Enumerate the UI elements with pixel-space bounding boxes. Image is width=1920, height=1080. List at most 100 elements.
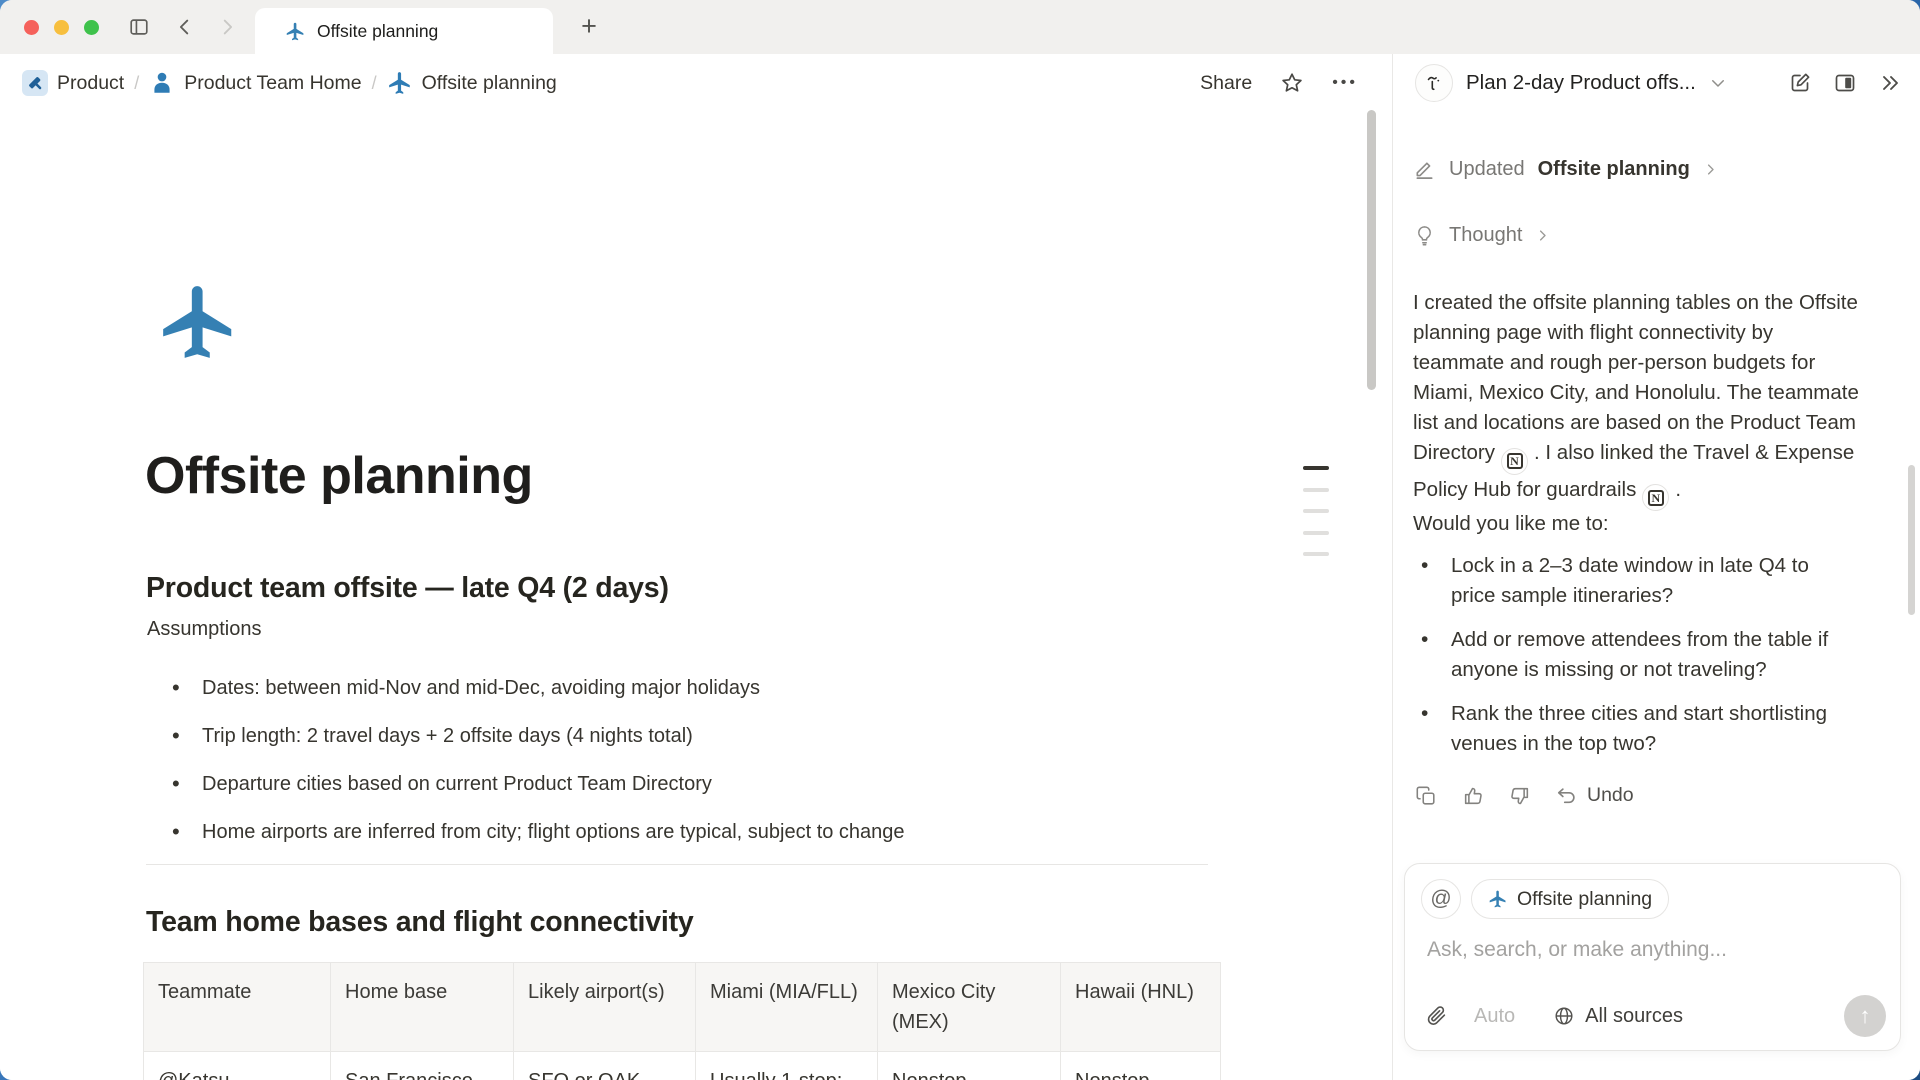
list-item[interactable]: Dates: between mid-Nov and mid-Dec, avoi… (168, 664, 905, 712)
assumptions-label[interactable]: Assumptions (147, 618, 262, 641)
column-header[interactable]: Mexico City (MEX) (878, 963, 1061, 1052)
new-tab-button[interactable]: + (572, 9, 606, 43)
composer-toolbar: Auto All sources ↑ (1425, 995, 1886, 1037)
table-cell[interactable]: Usually 1-stop; (696, 1052, 878, 1080)
outline-dash (1303, 531, 1329, 535)
ai-composer[interactable]: @ Offsite planning Auto (1404, 863, 1901, 1051)
panel-layout-icon[interactable] (1833, 71, 1857, 95)
chevron-right-icon (1703, 162, 1718, 177)
section-heading-flight-connectivity[interactable]: Team home bases and flight connectivity (146, 906, 694, 939)
column-header[interactable]: Hawaii (HNL) (1061, 963, 1221, 1052)
outline-indicator[interactable] (1303, 466, 1329, 574)
table-cell[interactable]: @Katsu (144, 1052, 331, 1080)
column-header[interactable]: Likely airport(s) (514, 963, 696, 1052)
ai-panel-header: Plan 2-day Product offs... (1393, 54, 1920, 112)
breadcrumb-item-product[interactable]: Product (22, 70, 124, 96)
ai-thread-title[interactable]: Plan 2-day Product offs... (1466, 71, 1696, 95)
notion-page-icon[interactable]: N (1501, 448, 1528, 475)
ai-response-message: I created the offsite planning tables on… (1413, 288, 1859, 511)
column-header[interactable]: Teammate (144, 963, 331, 1052)
zoom-window-button[interactable] (84, 20, 99, 35)
forward-icon (216, 16, 238, 38)
tab-offsite-planning[interactable]: Offsite planning (255, 8, 553, 54)
table-cell[interactable]: Nonstop (878, 1052, 1061, 1080)
globe-icon (1553, 1005, 1575, 1027)
list-item[interactable]: Home airports are inferred from city; fl… (168, 808, 905, 856)
copy-icon[interactable] (1415, 785, 1437, 807)
breadcrumb-label: Product (57, 72, 124, 95)
close-window-button[interactable] (24, 20, 39, 35)
sidebar-toggle-icon[interactable] (128, 16, 150, 38)
breadcrumb-item-product-team-home[interactable]: Product Team Home (149, 70, 361, 96)
page-icon-plane[interactable] (156, 279, 242, 365)
outline-dash (1303, 466, 1329, 470)
ai-panel-actions (1788, 71, 1902, 95)
section-heading-offsite[interactable]: Product team offsite — late Q4 (2 days) (146, 572, 669, 605)
hammer-icon (22, 70, 48, 96)
person-icon (149, 70, 175, 96)
breadcrumb-label: Offsite planning (422, 72, 557, 95)
page-title[interactable]: Offsite planning (145, 446, 533, 506)
notion-logo-glyph: N (1507, 453, 1523, 469)
table-header-row: Teammate Home base Likely airport(s) Mia… (144, 963, 1221, 1052)
list-item[interactable]: Add or remove attendees from the table i… (1413, 625, 1849, 685)
favorite-star-icon[interactable] (1280, 71, 1304, 95)
breadcrumb-separator: / (134, 73, 139, 94)
undo-button[interactable]: Undo (1556, 784, 1634, 807)
breadcrumb-item-offsite-planning[interactable]: Offsite planning (387, 70, 557, 96)
outline-dash (1303, 488, 1329, 492)
auto-mode-selector[interactable]: Auto (1474, 1005, 1515, 1028)
list-item[interactable]: Departure cities based on current Produc… (168, 760, 905, 808)
table-row: @Katsu San Francisco SFO or OAK Usually … (144, 1052, 1221, 1080)
thumbs-down-icon[interactable] (1509, 785, 1531, 807)
attachment-icon[interactable] (1425, 1005, 1448, 1028)
back-icon[interactable] (174, 16, 196, 38)
table-cell[interactable]: San Francisco (331, 1052, 514, 1080)
tab-bar: Offsite planning + (0, 0, 1920, 54)
assumptions-list: Dates: between mid-Nov and mid-Dec, avoi… (168, 664, 905, 856)
table-cell[interactable]: SFO or OAK (514, 1052, 696, 1080)
breadcrumb: Product / Product Team Home / (22, 70, 557, 96)
updated-page-row[interactable]: Updated Offsite planning (1413, 158, 1718, 181)
chevron-down-icon[interactable] (1709, 74, 1727, 92)
send-button[interactable]: ↑ (1844, 995, 1886, 1037)
context-chip-offsite-planning[interactable]: Offsite planning (1471, 879, 1669, 919)
undo-label: Undo (1587, 784, 1634, 807)
minimize-window-button[interactable] (54, 20, 69, 35)
column-header[interactable]: Miami (MIA/FLL) (696, 963, 878, 1052)
ai-prompt-input[interactable] (1427, 938, 1867, 962)
all-sources-selector[interactable]: All sources (1553, 1005, 1683, 1028)
list-item[interactable]: Lock in a 2–3 date window in late Q4 to … (1413, 551, 1849, 611)
horizontal-divider (146, 864, 1208, 865)
document-scrollbar[interactable] (1367, 110, 1376, 390)
plane-icon (1488, 889, 1508, 909)
context-chip-label: Offsite planning (1517, 888, 1652, 911)
list-item[interactable]: Trip length: 2 travel days + 2 offsite d… (168, 712, 905, 760)
list-item[interactable]: Rank the three cities and start shortlis… (1413, 699, 1849, 759)
share-button[interactable]: Share (1200, 72, 1252, 95)
breadcrumb-label: Product Team Home (184, 72, 361, 95)
composer-context-row: @ Offsite planning (1421, 879, 1669, 919)
plane-icon (387, 70, 413, 96)
all-sources-label: All sources (1585, 1005, 1683, 1028)
message-action-row: Undo (1415, 784, 1634, 807)
tab-label: Offsite planning (317, 21, 438, 42)
notion-page-icon[interactable]: N (1642, 484, 1669, 511)
breadcrumb-separator: / (372, 73, 377, 94)
new-chat-icon[interactable] (1788, 71, 1812, 95)
document-header: Product / Product Team Home / (0, 54, 1392, 112)
more-options-icon[interactable]: ••• (1332, 74, 1358, 92)
outline-dash (1303, 509, 1329, 513)
thought-row[interactable]: Thought (1413, 224, 1550, 247)
ai-panel-scrollbar[interactable] (1908, 465, 1915, 615)
thumbs-up-icon[interactable] (1462, 785, 1484, 807)
message-text: . (1675, 478, 1681, 501)
flight-connectivity-table[interactable]: Teammate Home base Likely airport(s) Mia… (143, 962, 1221, 1080)
undo-arrow-icon (1556, 785, 1578, 807)
column-header[interactable]: Home base (331, 963, 514, 1052)
document-area: Product / Product Team Home / (0, 54, 1392, 1080)
collapse-panel-icon[interactable] (1878, 71, 1902, 95)
app-window: Offsite planning + Product / (0, 0, 1920, 1080)
table-cell[interactable]: Nonstop (1061, 1052, 1221, 1080)
mention-button[interactable]: @ (1421, 879, 1461, 919)
